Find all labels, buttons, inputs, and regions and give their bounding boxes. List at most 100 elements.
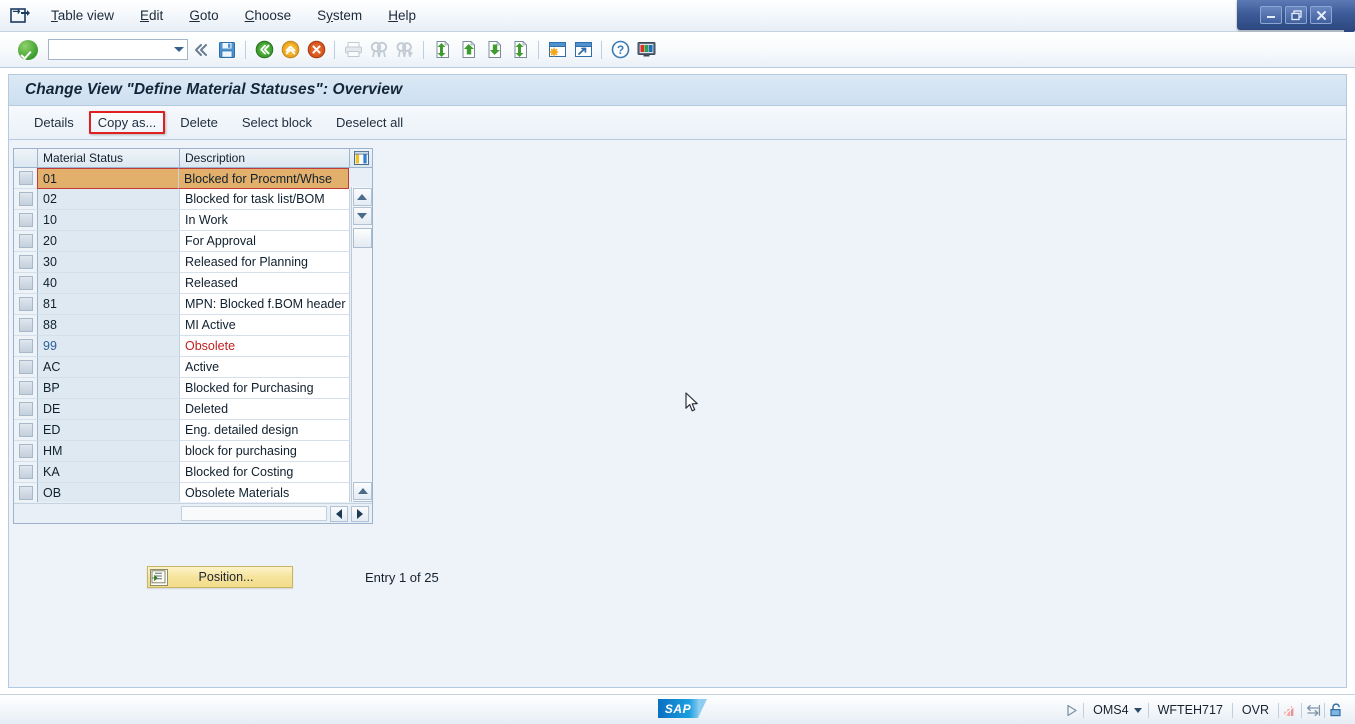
row-select-button[interactable] — [14, 483, 38, 502]
exit-icon[interactable] — [279, 39, 301, 61]
cell-description[interactable]: Deleted — [180, 399, 350, 420]
cell-description[interactable]: MI Active — [180, 315, 350, 336]
table-horizontal-scrollbar[interactable] — [14, 503, 372, 523]
cell-material-status[interactable]: 02 — [38, 189, 180, 210]
previous-page-icon[interactable] — [457, 39, 479, 61]
unlocked-icon[interactable] — [1325, 699, 1347, 721]
data-transfer-icon[interactable] — [1302, 699, 1324, 721]
vertical-scroll-thumb[interactable] — [352, 228, 372, 248]
table-row[interactable]: 01 Blocked for Procmnt/Whse — [14, 168, 352, 189]
cell-material-status[interactable]: KA — [38, 462, 180, 483]
menu-item-goto[interactable]: Goto — [178, 6, 229, 25]
row-select-button[interactable] — [14, 315, 38, 336]
select-block-button[interactable]: Select block — [233, 111, 321, 134]
row-select-button[interactable] — [14, 231, 38, 252]
row-select-button[interactable] — [14, 420, 38, 441]
table-row[interactable]: 81 MPN: Blocked f.BOM header — [14, 294, 352, 315]
horizontal-scroll-track[interactable] — [181, 506, 327, 521]
scroll-up-icon[interactable] — [352, 188, 372, 206]
table-row[interactable]: 40 Released — [14, 273, 352, 294]
sap-session-icon[interactable] — [8, 6, 34, 26]
cell-material-status[interactable]: 99 — [38, 336, 180, 357]
cell-material-status[interactable]: OB — [38, 483, 180, 502]
cell-description[interactable]: Blocked for Purchasing — [180, 378, 350, 399]
create-shortcut-icon[interactable] — [572, 39, 594, 61]
cell-description[interactable]: Obsolete — [180, 336, 350, 357]
table-row[interactable]: 02 Blocked for task list/BOM — [14, 189, 352, 210]
cell-material-status[interactable]: 30 — [38, 252, 180, 273]
row-select-button[interactable] — [14, 294, 38, 315]
cell-description[interactable]: Released for Planning — [180, 252, 350, 273]
table-row[interactable]: 99 Obsolete — [14, 336, 352, 357]
table-row[interactable]: HM block for purchasing — [14, 441, 352, 462]
details-button[interactable]: Details — [25, 111, 83, 134]
menu-item-system[interactable]: System — [306, 6, 373, 25]
next-page-icon[interactable] — [483, 39, 505, 61]
chevron-down-icon[interactable] — [1133, 707, 1142, 713]
first-page-icon[interactable] — [431, 39, 453, 61]
status-server[interactable]: WFTEH717 — [1149, 703, 1232, 717]
menu-item-help[interactable]: Help — [377, 6, 427, 25]
column-header-description[interactable]: Description — [180, 149, 350, 167]
row-select-button[interactable] — [14, 252, 38, 273]
close-button[interactable] — [1310, 6, 1332, 24]
minimize-button[interactable] — [1260, 6, 1282, 24]
cell-material-status[interactable]: DE — [38, 399, 180, 420]
cell-description[interactable]: Blocked for Procmnt/Whse — [179, 168, 349, 189]
cell-material-status[interactable]: BP — [38, 378, 180, 399]
row-select-button[interactable] — [14, 378, 38, 399]
scroll-page-up-icon[interactable] — [353, 482, 372, 500]
row-select-button[interactable] — [14, 273, 38, 294]
cell-material-status[interactable]: 20 — [38, 231, 180, 252]
delete-button[interactable]: Delete — [171, 111, 227, 134]
column-header-material-status[interactable]: Material Status — [38, 149, 180, 167]
cell-description[interactable]: Active — [180, 357, 350, 378]
cell-description[interactable]: Released — [180, 273, 350, 294]
row-select-button[interactable] — [14, 462, 38, 483]
row-select-button[interactable] — [14, 399, 38, 420]
enter-ok-icon[interactable] — [18, 39, 38, 60]
cell-material-status[interactable]: ED — [38, 420, 180, 441]
row-select-button[interactable] — [14, 189, 38, 210]
row-select-button[interactable] — [14, 357, 38, 378]
row-select-button[interactable] — [14, 336, 38, 357]
cell-material-status[interactable]: HM — [38, 441, 180, 462]
cell-material-status[interactable]: 88 — [38, 315, 180, 336]
cell-material-status[interactable]: 01 — [37, 168, 179, 189]
status-insert-mode[interactable]: OVR — [1233, 703, 1278, 717]
menu-item-edit[interactable]: Edit — [129, 6, 174, 25]
save-icon[interactable] — [216, 39, 238, 61]
copy-as-button[interactable]: Copy as... — [88, 111, 166, 134]
position-button[interactable]: Position... — [147, 566, 293, 588]
row-select-button[interactable] — [14, 441, 38, 462]
cell-description[interactable]: Eng. detailed design — [180, 420, 350, 441]
cell-description[interactable]: Obsolete Materials — [180, 483, 350, 502]
cell-material-status[interactable]: 40 — [38, 273, 180, 294]
cell-description[interactable]: For Approval — [180, 231, 350, 252]
table-row[interactable]: DE Deleted — [14, 399, 352, 420]
cell-description[interactable]: block for purchasing — [180, 441, 350, 462]
table-settings-icon[interactable] — [350, 149, 372, 167]
command-input[interactable] — [51, 41, 167, 58]
menu-item-table-view[interactable]: Table view — [40, 6, 125, 25]
cell-description[interactable]: Blocked for task list/BOM — [180, 189, 350, 210]
response-time-icon[interactable] — [1279, 699, 1301, 721]
table-row[interactable]: KA Blocked for Costing — [14, 462, 352, 483]
scroll-right-icon[interactable] — [351, 505, 369, 522]
table-row[interactable]: 30 Released for Planning — [14, 252, 352, 273]
deselect-all-button[interactable]: Deselect all — [327, 111, 412, 134]
table-row[interactable]: AC Active — [14, 357, 352, 378]
status-system[interactable]: OMS4 — [1084, 703, 1137, 717]
new-session-icon[interactable] — [546, 39, 568, 61]
row-select-button[interactable] — [14, 168, 38, 189]
scroll-down-icon[interactable] — [352, 207, 372, 225]
cell-description[interactable]: MPN: Blocked f.BOM header — [180, 294, 350, 315]
cell-description[interactable]: Blocked for Costing — [180, 462, 350, 483]
table-row[interactable]: 88 MI Active — [14, 315, 352, 336]
collapse-left-icon[interactable] — [190, 39, 212, 61]
scroll-page-down-icon[interactable] — [353, 501, 372, 502]
table-row[interactable]: 20 For Approval — [14, 231, 352, 252]
scroll-left-icon[interactable] — [330, 505, 348, 522]
servicing-icon[interactable] — [1061, 699, 1083, 721]
cancel-icon[interactable] — [305, 39, 327, 61]
